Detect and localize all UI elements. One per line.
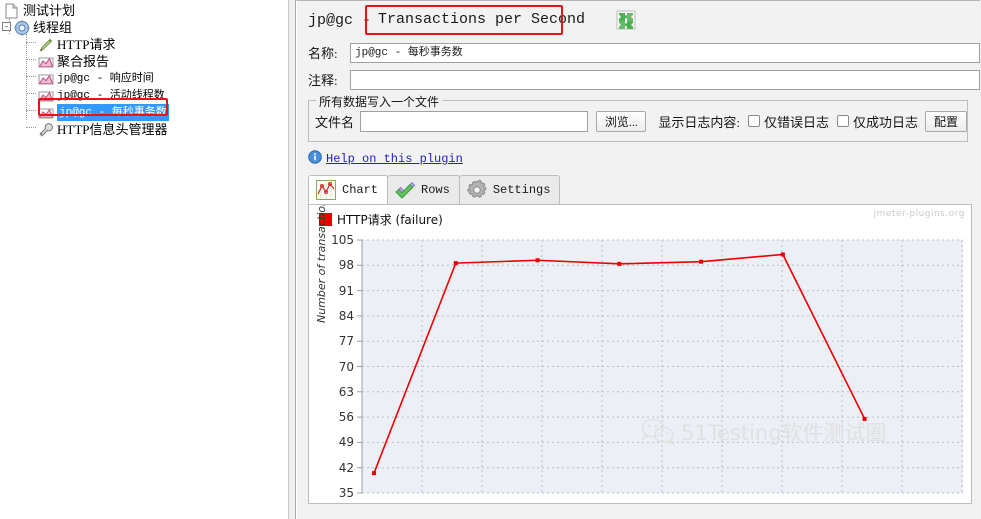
tab-label: Rows	[421, 183, 450, 197]
tree-item-label-wrap: 测试计划	[23, 3, 75, 18]
filename-label: 文件名	[315, 114, 355, 130]
tree-item-label-wrap: jp@gc - 响应时间	[57, 70, 154, 87]
tree-item-label-wrap: HTTP信息头管理器	[57, 122, 168, 137]
tree-item-label: jp@gc - 活动线程数	[57, 90, 165, 102]
tree-guide-tick	[26, 127, 36, 128]
tree-item-6[interactable]: jp@gc - 每秒事务数	[0, 104, 288, 121]
tree-item-0[interactable]: 测试计划	[0, 2, 288, 19]
listener-config-panel: jp@gc - Transactions per Second 名称: jp@g	[296, 0, 980, 519]
chart-icon	[315, 179, 337, 201]
filename-input[interactable]	[360, 110, 589, 132]
help-on-plugin-link[interactable]: Help on this plugin	[326, 152, 463, 166]
browse-button[interactable]: 浏览...	[596, 110, 647, 132]
tab-rows[interactable]: Rows	[387, 175, 460, 204]
errors-only-label: 仅错误日志	[763, 114, 829, 130]
listener-icon	[38, 105, 54, 121]
info-icon	[308, 149, 322, 169]
tab-label: Settings	[492, 183, 551, 197]
comment-label: 注释:	[308, 73, 338, 88]
tree-item-label: HTTP信息头管理器	[57, 122, 168, 137]
tree-item-label-wrap: jp@gc - 每秒事务数	[57, 104, 169, 121]
tree-item-1[interactable]: 线程组	[0, 19, 288, 36]
comment-field-row: 注释:	[297, 66, 980, 93]
puzzle-icon[interactable]	[615, 9, 637, 31]
header-manager-icon	[38, 122, 54, 138]
tree-guide-tick	[26, 76, 36, 77]
chart-plot-area	[357, 239, 963, 494]
test-plan-tree[interactable]: 测试计划线程组 HTTP请求 聚合报告 jp@gc - 响应时间 jp@gc - 活动线…	[0, 0, 288, 138]
test-plan-tree-panel[interactable]: 测试计划线程组 HTTP请求 聚合报告 jp@gc - 响应时间 jp@gc - 活动线…	[0, 0, 288, 519]
tab-settings[interactable]: Settings	[458, 175, 561, 204]
tree-guide-tick	[26, 59, 36, 60]
view-tabs[interactable]: Chart Rows Settings	[308, 174, 980, 204]
tab-label: Chart	[342, 183, 379, 197]
tree-item-label: HTTP请求	[57, 37, 116, 52]
thread-group-icon	[14, 19, 30, 36]
name-label: 名称:	[308, 46, 338, 61]
tree-item-4[interactable]: jp@gc - 响应时间	[0, 70, 288, 87]
write-all-data-group: 所有数据写入一个文件 文件名 浏览... 显示日志内容: 仅错误日志 仅成功日志…	[308, 93, 968, 142]
panel-title-prefix: jp@gc -	[308, 11, 372, 29]
gear-icon	[466, 179, 488, 201]
checkbox-box[interactable]	[747, 115, 760, 127]
tree-item-label: 测试计划	[23, 3, 76, 18]
rows-check-icon	[394, 179, 416, 201]
write-all-data-group-title: 所有数据写入一个文件	[316, 93, 443, 110]
checkbox-box[interactable]	[836, 115, 849, 127]
comment-input[interactable]	[350, 69, 980, 90]
tree-item-5[interactable]: jp@gc - 活动线程数	[0, 87, 288, 104]
tree-item-label: 线程组	[33, 20, 73, 35]
tree-guide-tick	[26, 110, 36, 111]
tab-chart[interactable]: Chart	[308, 175, 389, 204]
listener-icon	[38, 88, 54, 104]
successes-only-label: 仅成功日志	[852, 114, 918, 130]
listener-icon	[38, 54, 54, 70]
show-logs-label: 显示日志内容:	[658, 114, 740, 130]
tree-item-label-wrap: jp@gc - 活动线程数	[57, 87, 165, 104]
tree-item-label: jp@gc - 响应时间	[57, 73, 154, 85]
tree-item-7[interactable]: HTTP信息头管理器	[0, 121, 288, 138]
name-field-row: 名称: jp@gc - 每秒事务数	[297, 39, 980, 66]
jmeter-window: 测试计划线程组 HTTP请求 聚合报告 jp@gc - 响应时间 jp@gc - 活动线…	[0, 0, 981, 519]
tree-guide-tick	[26, 42, 36, 43]
successes-only-checkbox[interactable]: 仅成功日志	[836, 112, 918, 131]
tree-item-label-wrap: 聚合报告	[57, 54, 109, 69]
panel-title-row: jp@gc - Transactions per Second	[297, 1, 980, 39]
tree-item-label-wrap: HTTP请求	[57, 37, 116, 52]
tree-item-label: jp@gc - 每秒事务数	[59, 107, 167, 119]
split-pane-divider[interactable]	[288, 0, 296, 519]
tree-expander-toggle[interactable]: -	[2, 22, 11, 31]
tree-item-label-wrap: 线程组	[33, 20, 72, 35]
tree-item-3[interactable]: 聚合报告	[0, 53, 288, 70]
errors-only-checkbox[interactable]: 仅错误日志	[747, 112, 829, 131]
tree-guide-tick	[26, 93, 36, 94]
test-plan-icon	[4, 3, 20, 19]
listener-icon	[38, 71, 54, 87]
title-annotation-box	[365, 5, 563, 35]
help-row: Help on this plugin	[308, 149, 980, 169]
configure-button[interactable]: 配置	[925, 110, 967, 132]
chart-panel[interactable]: HTTP请求 (failure) jmeter-plugins.org Numb…	[308, 204, 972, 504]
name-input[interactable]: jp@gc - 每秒事务数	[350, 42, 980, 63]
tree-guide-line	[26, 34, 27, 120]
http-request-icon	[38, 37, 54, 53]
tree-item-2[interactable]: HTTP请求	[0, 36, 288, 53]
tree-item-label: 聚合报告	[57, 54, 110, 69]
